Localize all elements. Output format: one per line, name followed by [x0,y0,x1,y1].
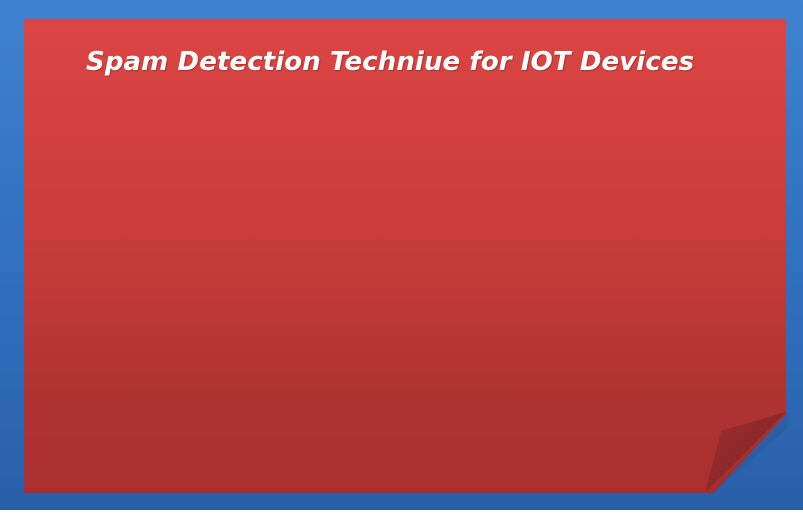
blue-frame-background: Spam Detection Techniue for IOT Devices [0,0,803,510]
slide-title: Spam Detection Techniue for IOT Devices [86,47,695,77]
red-sticky-note [24,19,786,493]
